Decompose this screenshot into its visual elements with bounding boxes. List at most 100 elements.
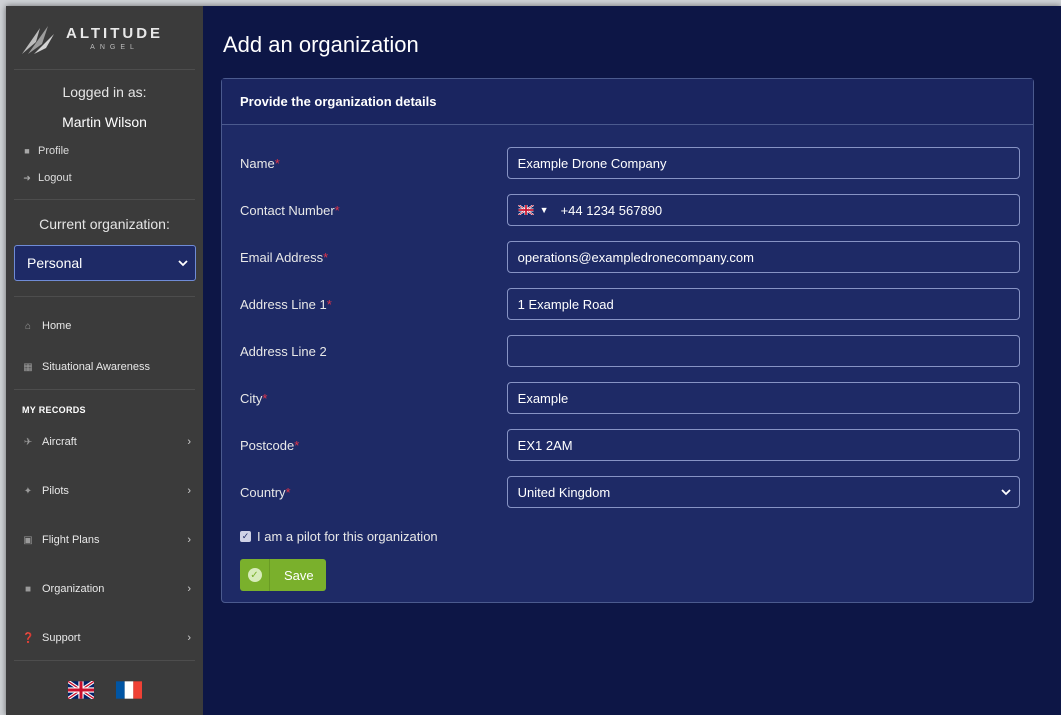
required-mark: *	[326, 296, 332, 312]
country-select[interactable]: United Kingdom	[506, 476, 1020, 508]
user-name: Martin Wilson	[62, 114, 147, 130]
current-org-label: Current organization:	[39, 216, 170, 232]
logout-label: Logout	[38, 172, 72, 184]
email-input[interactable]: operations@exampledronecompany.com	[506, 241, 1020, 273]
contact-label: Contact Number*	[240, 203, 507, 218]
profile-label: Profile	[38, 145, 70, 157]
map-icon: ▦	[23, 361, 33, 373]
postcode-label-text: Postcode	[240, 437, 295, 453]
divider	[14, 389, 195, 390]
nav-pilots[interactable]: ✦ Pilots ›	[6, 482, 203, 500]
divider	[14, 660, 195, 661]
uk-flag-icon[interactable]	[517, 205, 534, 215]
org-select[interactable]: Personal	[14, 245, 196, 281]
address2-row: Address Line 2	[240, 335, 1020, 367]
email-label: Email Address*	[240, 250, 507, 265]
contact-value: +44 1234 567890	[560, 202, 663, 218]
address1-input[interactable]: 1 Example Road	[506, 288, 1020, 320]
address1-label-text: Address Line 1	[240, 296, 327, 312]
nav-situational-label: Situational Awareness	[42, 361, 151, 373]
address1-row: Address Line 1* 1 Example Road	[240, 288, 1020, 320]
nav-support-label: Support	[42, 632, 81, 644]
required-mark: *	[262, 390, 268, 406]
nav-support[interactable]: ❓ Support ›	[6, 629, 203, 647]
caret-down-icon[interactable]: ▼	[540, 205, 549, 215]
nav-home-label: Home	[42, 320, 72, 332]
postcode-row: Postcode* EX1 2AM	[240, 429, 1020, 461]
flight-plan-icon: ▣	[23, 534, 33, 546]
organization-form-card: Provide the organization details Name* E…	[221, 78, 1034, 603]
user-icon: ■	[24, 583, 32, 595]
language-switcher	[6, 681, 203, 699]
home-icon: ⌂	[24, 320, 32, 332]
logout-link[interactable]: ➜ Logout	[6, 171, 203, 185]
nav-organization-label: Organization	[42, 583, 105, 595]
city-label: City*	[240, 391, 507, 406]
contact-label-text: Contact Number	[240, 202, 335, 218]
address1-label: Address Line 1*	[240, 297, 507, 312]
postcode-value: EX1 2AM	[517, 437, 573, 453]
nav-aircraft[interactable]: ✈ Aircraft ›	[6, 433, 203, 451]
logged-in-label: Logged in as:	[62, 84, 147, 100]
chevron-right-icon: ›	[187, 485, 191, 497]
save-icon-wrap: ✓	[240, 559, 270, 591]
logout-icon: ➜	[23, 172, 31, 183]
help-icon: ❓	[22, 632, 35, 644]
pilot-checkbox[interactable]: ✓	[240, 531, 251, 542]
contact-number-input[interactable]: ▼ +44 1234 567890	[506, 194, 1020, 226]
chevron-down-icon	[1001, 489, 1011, 496]
country-label: Country*	[240, 485, 507, 500]
postcode-input[interactable]: EX1 2AM	[506, 429, 1020, 461]
required-mark: *	[323, 249, 329, 265]
nav-flight-plans-label: Flight Plans	[42, 534, 100, 546]
brand-logo[interactable]: ALTITUDE ANGEL	[14, 6, 195, 70]
wrench-icon: ✦	[23, 485, 33, 497]
city-input[interactable]: Example	[506, 382, 1020, 414]
city-row: City* Example	[240, 382, 1020, 414]
chevron-down-icon	[178, 260, 188, 267]
altitude-angel-logo-icon	[22, 25, 54, 54]
nav-organization[interactable]: ■ Organization ›	[6, 580, 203, 598]
divider	[14, 199, 195, 200]
email-label-text: Email Address	[240, 249, 324, 265]
pilot-checkbox-label: I am a pilot for this organization	[257, 529, 438, 544]
pilot-checkbox-row[interactable]: ✓ I am a pilot for this organization	[240, 529, 438, 544]
my-records-heading: MY RECORDS	[22, 405, 86, 415]
name-row: Name* Example Drone Company	[240, 147, 1020, 179]
app-window: ALTITUDE ANGEL Logged in as: Martin Wils…	[6, 6, 1061, 715]
org-select-value: Personal	[27, 255, 83, 271]
country-label-text: Country	[240, 484, 286, 500]
required-mark: *	[274, 155, 280, 171]
city-label-text: City	[240, 390, 263, 406]
contact-row: Contact Number* ▼ +44 1234 567890	[240, 194, 1020, 226]
email-value: operations@exampledronecompany.com	[517, 249, 754, 265]
postcode-label: Postcode*	[240, 438, 507, 453]
chevron-right-icon: ›	[187, 534, 191, 546]
country-row: Country* United Kingdom	[240, 476, 1020, 508]
address2-input[interactable]	[506, 335, 1020, 367]
nav-home[interactable]: ⌂ Home	[6, 317, 203, 335]
profile-link[interactable]: ■ Profile	[6, 144, 203, 158]
chevron-right-icon: ›	[187, 583, 191, 595]
nav-aircraft-label: Aircraft	[42, 436, 77, 448]
address2-label: Address Line 2	[240, 343, 327, 359]
brand-sub: ANGEL	[90, 43, 139, 51]
brand-name: ALTITUDE	[66, 24, 164, 42]
nav-situational-awareness[interactable]: ▦ Situational Awareness	[6, 358, 203, 376]
uk-flag-icon[interactable]	[67, 681, 94, 699]
chevron-right-icon: ›	[187, 632, 191, 644]
sidebar: ALTITUDE ANGEL Logged in as: Martin Wils…	[6, 6, 203, 715]
required-mark: *	[285, 484, 291, 500]
save-label: Save	[284, 567, 314, 583]
name-label-text: Name	[240, 155, 275, 171]
chevron-right-icon: ›	[187, 436, 191, 448]
address1-value: 1 Example Road	[517, 296, 614, 312]
name-input[interactable]: Example Drone Company	[506, 147, 1020, 179]
main-content: Add an organization Provide the organiza…	[203, 6, 1061, 715]
french-flag-icon[interactable]	[115, 681, 142, 699]
nav-flight-plans[interactable]: ▣ Flight Plans ›	[6, 531, 203, 549]
country-value: United Kingdom	[517, 484, 611, 500]
page-title: Add an organization	[223, 32, 419, 57]
save-button[interactable]: ✓ Save	[240, 559, 326, 591]
plane-icon: ✈	[23, 436, 33, 448]
